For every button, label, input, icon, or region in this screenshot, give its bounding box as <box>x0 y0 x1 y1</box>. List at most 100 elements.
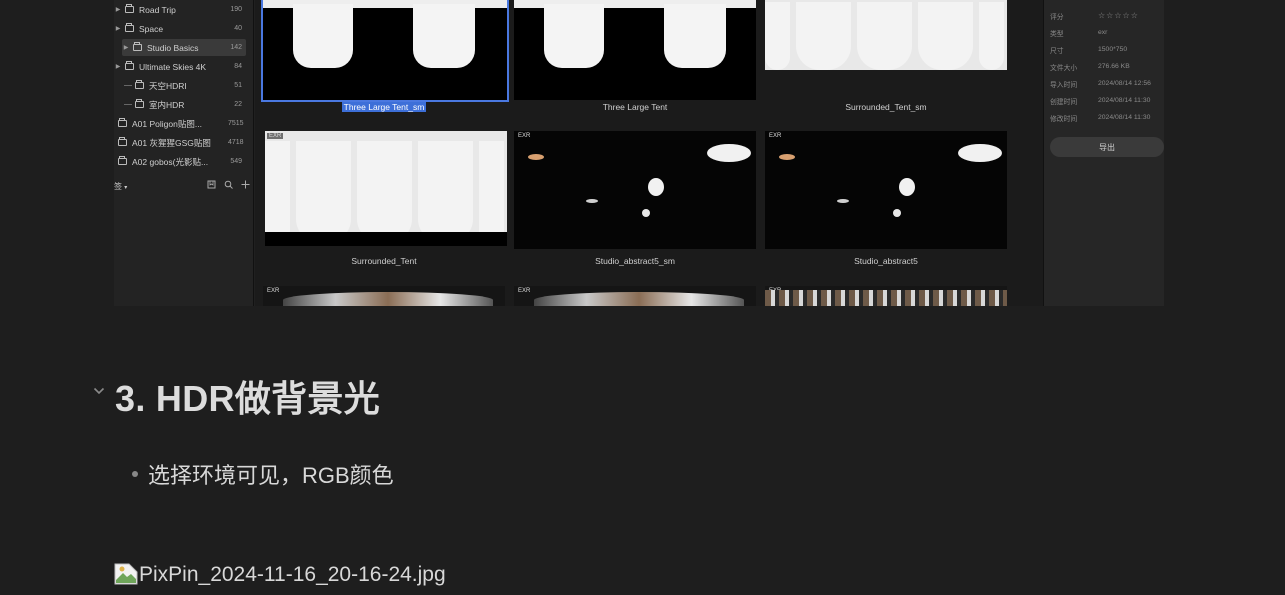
expand-arrow-icon[interactable]: ▶ <box>114 25 122 32</box>
tent-panel <box>796 2 852 70</box>
tent-panel <box>413 4 475 68</box>
bullet-text: 选择环境可见，RGB颜色 <box>148 463 394 488</box>
tree-branch-icon <box>124 85 132 86</box>
folder-icon <box>133 42 142 51</box>
broken-image-alt-text: PixPin_2024-11-16_20-16-24.jpg <box>139 563 446 586</box>
exr-badge: EXR <box>518 288 531 294</box>
folder-icon <box>118 156 127 165</box>
bullet-dot-icon <box>132 471 138 477</box>
folder-item[interactable]: A02 gobos(光影贴... 549 <box>114 153 254 170</box>
folder-item[interactable]: ▶ Ultimate Skies 4K 84 <box>114 58 254 75</box>
tree-branch-icon <box>124 104 132 105</box>
chevron-down-icon: ▾ <box>124 184 128 191</box>
tent-row <box>265 131 507 243</box>
folder-label: A01 Poligon贴图... <box>132 118 202 129</box>
thumbnail-card[interactable]: EXR <box>765 286 1007 306</box>
meta-row: 导入时间 2024/08/14 12:56 <box>1050 75 1162 92</box>
meta-row-rating: 评分 ☆☆☆☆☆ <box>1050 7 1162 24</box>
meta-key: 创建时间 <box>1050 98 1078 106</box>
folder-item[interactable]: 室内HDR 22 <box>114 96 254 113</box>
tent-panel <box>417 141 473 243</box>
search-icon[interactable] <box>220 180 237 192</box>
thumbnail-card[interactable]: EXR <box>514 131 756 249</box>
bullet-list-item: 选择环境可见，RGB颜色 <box>132 458 394 490</box>
broken-image-icon <box>114 563 138 585</box>
tags-dropdown[interactable]: 签 ▾ <box>114 181 203 192</box>
rating-stars[interactable]: ☆☆☆☆☆ <box>1098 11 1162 20</box>
folder-item[interactable]: 天空HDRI 51 <box>114 77 254 94</box>
export-button[interactable]: 导出 <box>1050 137 1164 157</box>
folder-icon <box>125 61 134 70</box>
meta-key: 尺寸 <box>1050 47 1064 55</box>
meta-row: 创建时间 2024/08/14 11:30 <box>1050 92 1162 109</box>
thumbnail-card[interactable]: EXR <box>765 131 1007 249</box>
reflective-preview <box>283 292 493 306</box>
folder-label: A01 灰猩猩GSG贴图 <box>132 137 211 148</box>
meta-value: 1500*750 <box>1098 46 1128 53</box>
meta-key: 导入时间 <box>1050 81 1078 89</box>
tent-panel <box>978 2 1005 70</box>
folder-item[interactable]: A01 灰猩猩GSG贴图 4718 <box>114 134 254 151</box>
thumbnail-floor <box>265 232 507 246</box>
folder-count: 142 <box>230 44 242 51</box>
expand-arrow-icon[interactable]: ▶ <box>114 63 122 70</box>
tent-panel <box>544 4 604 68</box>
reflective-preview <box>765 290 1007 306</box>
tent-panel <box>917 2 973 70</box>
add-icon[interactable] <box>237 180 254 192</box>
tent-panel <box>478 141 505 243</box>
meta-value: 276.66 KB <box>1098 63 1130 70</box>
section-heading: 3. HDR做背景光 <box>115 378 381 419</box>
meta-row: 文件大小 276.66 KB <box>1050 58 1162 75</box>
meta-key: 修改时间 <box>1050 115 1078 123</box>
thumbnail-grid: Three Large Tent_sm Three Large Tent Sur… <box>255 0 1043 306</box>
tent-panel <box>265 141 291 243</box>
folder-icon <box>135 80 144 89</box>
caption-text-selected: Three Large Tent_sm <box>341 102 427 112</box>
tent-panel <box>293 4 353 68</box>
thumbnail-card[interactable] <box>765 0 1007 70</box>
meta-key: 评分 <box>1050 13 1064 21</box>
folder-item[interactable]: A01 Poligon贴图... 7515 <box>114 115 254 132</box>
thumbnail-caption: Three Large Tent_sm <box>259 102 509 112</box>
folder-icon <box>125 4 134 13</box>
expand-arrow-icon[interactable]: ▶ <box>114 6 122 13</box>
thumbnail-caption: Surrounded_Tent <box>351 256 417 266</box>
embedded-screenshot: ▶ Road Trip 190 ▶ Space 40 ▶ Studio Basi… <box>114 0 1164 306</box>
folder-icon <box>118 118 127 127</box>
expand-arrow-icon[interactable]: ▶ <box>122 44 130 51</box>
folder-item[interactable]: ▶ Road Trip 190 <box>114 1 254 18</box>
thumbnail-card-selected[interactable] <box>261 0 509 102</box>
reflective-preview <box>534 292 744 306</box>
folder-count: 190 <box>230 6 242 13</box>
folder-item[interactable]: ▶ Space 40 <box>114 20 254 37</box>
folder-item-selected[interactable]: ▶ Studio Basics 142 <box>122 39 246 56</box>
abstract-light-preview <box>528 144 751 217</box>
tent-panel <box>296 141 352 243</box>
meta-row: 修改时间 2024/08/14 11:30 <box>1050 109 1162 126</box>
thumbnail-card[interactable]: EXR <box>263 286 505 306</box>
sidebar-footer: 签 ▾ <box>114 178 254 194</box>
broken-image[interactable]: PixPin_2024-11-16_20-16-24.jpg <box>114 563 446 587</box>
tent-row <box>765 0 1007 70</box>
thumbnail-card[interactable]: EXR <box>265 131 507 246</box>
folder-count: 549 <box>230 158 242 165</box>
folder-count: 40 <box>234 25 242 32</box>
exr-badge: EXR <box>267 288 280 294</box>
thumbnail-card[interactable]: EXR <box>514 286 756 306</box>
tent-panel <box>357 141 412 243</box>
thumbnail-card[interactable] <box>514 0 756 100</box>
folder-label: Studio Basics <box>147 42 199 53</box>
folder-label: A02 gobos(光影贴... <box>132 156 209 167</box>
thumbnail-caption: Surrounded_Tent_sm <box>845 102 927 112</box>
folder-icon <box>118 137 127 146</box>
folder-label: 天空HDRI <box>149 80 187 91</box>
bookmark-icon[interactable] <box>203 180 220 192</box>
collapse-chevron-icon[interactable] <box>92 384 106 398</box>
folder-label: Space <box>139 23 164 34</box>
folder-icon <box>135 99 144 108</box>
library-sidebar: ▶ Road Trip 190 ▶ Space 40 ▶ Studio Basi… <box>114 0 254 306</box>
folder-label: Road Trip <box>139 4 176 15</box>
file-info-panel: 评分 ☆☆☆☆☆ 类型 exr 尺寸 1500*750 文件大小 276.66 … <box>1043 0 1164 306</box>
meta-value: 2024/08/14 11:30 <box>1098 114 1151 121</box>
